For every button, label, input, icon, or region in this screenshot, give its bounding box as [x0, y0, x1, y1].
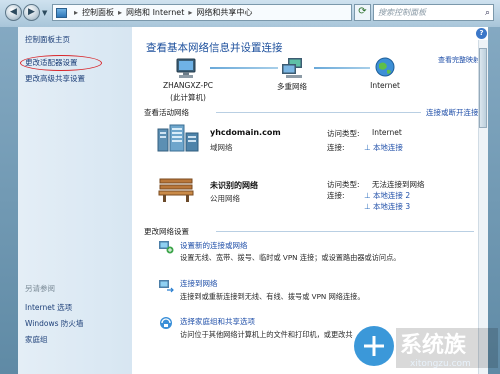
adapter-icon: ⊥ [364, 143, 371, 152]
network-type[interactable]: 域网络 [210, 142, 233, 153]
homegroup-link[interactable]: 家庭组 [25, 334, 48, 345]
watermark-logo: 系统族 xitongzu.com [354, 326, 498, 369]
left-nav-pane: 控制面板主页 更改适配器设置 更改高级共享设置 另请参阅 Internet 选项… [18, 27, 132, 374]
internet-label: Internet [370, 81, 400, 90]
page-title: 查看基本网络信息并设置连接 [146, 42, 283, 54]
divider [216, 231, 474, 232]
computer-name: ZHANGXZ-PC [163, 81, 213, 90]
search-icon[interactable]: ⌕ [485, 6, 490, 21]
connect-to-network-desc: 连接到或重新连接到无线、有线、拨号或 VPN 网络连接。 [180, 292, 365, 301]
crumb-network-sharing-center[interactable]: 网络和共享中心 [196, 7, 252, 18]
access-type-label: 访问类型: [327, 129, 360, 138]
homegroup-sharing-link[interactable]: 选择家庭组和共享选项 [180, 316, 255, 327]
chevron-right-icon: ▸ [118, 8, 123, 17]
map-link-line [314, 67, 370, 69]
connections-label: 连接: [327, 143, 345, 152]
local-connection-2-link[interactable]: ⊥ 本地连接 2 [364, 190, 410, 201]
access-type-label: 访问类型: [327, 180, 360, 189]
refresh-button[interactable]: ⟳ [354, 4, 371, 21]
change-settings-heading: 更改网络设置 [144, 227, 189, 236]
crumb-control-panel[interactable]: 控制面板 [82, 7, 114, 18]
connections-label: 连接: [327, 191, 345, 200]
setup-connection-desc: 设置无线、宽带、拨号、临时或 VPN 连接；或设置路由器或访问点。 [180, 253, 401, 262]
connect-network-icon [159, 280, 174, 293]
setup-connection-link[interactable]: 设置新的连接或网络 [180, 240, 248, 251]
multiple-networks-icon [282, 58, 302, 78]
adapter-icon: ⊥ [364, 202, 371, 211]
network-type[interactable]: 公用网络 [210, 193, 240, 204]
window-frame: ◀ ▶ ▼ ▸ 控制面板 ▸ 网络和 Internet ▸ 网络和共享中心 ⟳ … [0, 0, 500, 374]
globe-icon [375, 57, 395, 77]
window-edge-left [0, 27, 18, 374]
annotation-circle [20, 55, 102, 71]
scrollbar-thumb[interactable] [479, 48, 487, 128]
help-icon[interactable]: ? [476, 28, 487, 39]
forward-button[interactable]: ▶ [23, 4, 40, 21]
control-panel-home-link[interactable]: 控制面板主页 [25, 34, 70, 45]
public-bench-icon [158, 178, 194, 202]
connect-disconnect-link[interactable]: 连接或断开连接 [426, 107, 479, 118]
watermark-url: xitongzu.com [410, 359, 471, 369]
see-also-heading: 另请参阅 [25, 284, 55, 293]
homegroup-sharing-desc: 访问位于其他网络计算机上的文件和打印机，或更改共 [180, 330, 353, 339]
control-panel-icon [56, 7, 67, 18]
chevron-right-icon: ▸ [74, 8, 79, 17]
breadcrumb[interactable]: ▸ 控制面板 ▸ 网络和 Internet ▸ 网络和共享中心 [52, 4, 352, 21]
search-placeholder: 搜索控制面板 [378, 8, 426, 17]
chevron-right-icon: ▸ [188, 8, 193, 17]
homegroup-icon [160, 317, 172, 329]
back-button[interactable]: ◀ [5, 4, 22, 21]
address-bar: ◀ ▶ ▼ ▸ 控制面板 ▸ 网络和 Internet ▸ 网络和共享中心 ⟳ … [0, 0, 500, 27]
computer-sub: (此计算机) [170, 93, 206, 102]
local-connection-3-link[interactable]: ⊥ 本地连接 3 [364, 201, 410, 212]
network-name: yhcdomain.com [210, 128, 281, 137]
view-full-map-link[interactable]: 查看完整映射 [438, 55, 480, 65]
active-networks-heading: 查看活动网络 [144, 108, 189, 117]
history-dropdown-icon[interactable]: ▼ [42, 9, 47, 17]
map-link-line [210, 67, 278, 69]
domain-network-icon [157, 124, 199, 152]
local-connection-link[interactable]: ⊥ 本地连接 [364, 142, 403, 153]
crumb-network-internet[interactable]: 网络和 Internet [126, 7, 184, 18]
search-input[interactable]: 搜索控制面板 ⌕ [373, 4, 494, 21]
adapter-icon: ⊥ [364, 191, 371, 200]
internet-options-link[interactable]: Internet 选项 [25, 302, 72, 313]
network-name: 未识别的网络 [210, 181, 258, 190]
divider [216, 112, 421, 113]
new-connection-icon [159, 241, 174, 254]
windows-firewall-link[interactable]: Windows 防火墙 [25, 318, 83, 329]
multi-network-label: 多重网络 [277, 82, 307, 91]
connect-to-network-link[interactable]: 连接到网络 [180, 278, 218, 289]
watermark-text: 系统族 [400, 332, 467, 358]
computer-icon [176, 58, 196, 78]
access-type-value: Internet [372, 128, 402, 137]
change-advanced-sharing-link[interactable]: 更改高级共享设置 [25, 73, 85, 84]
access-type-value: 无法连接到网络 [372, 180, 425, 189]
